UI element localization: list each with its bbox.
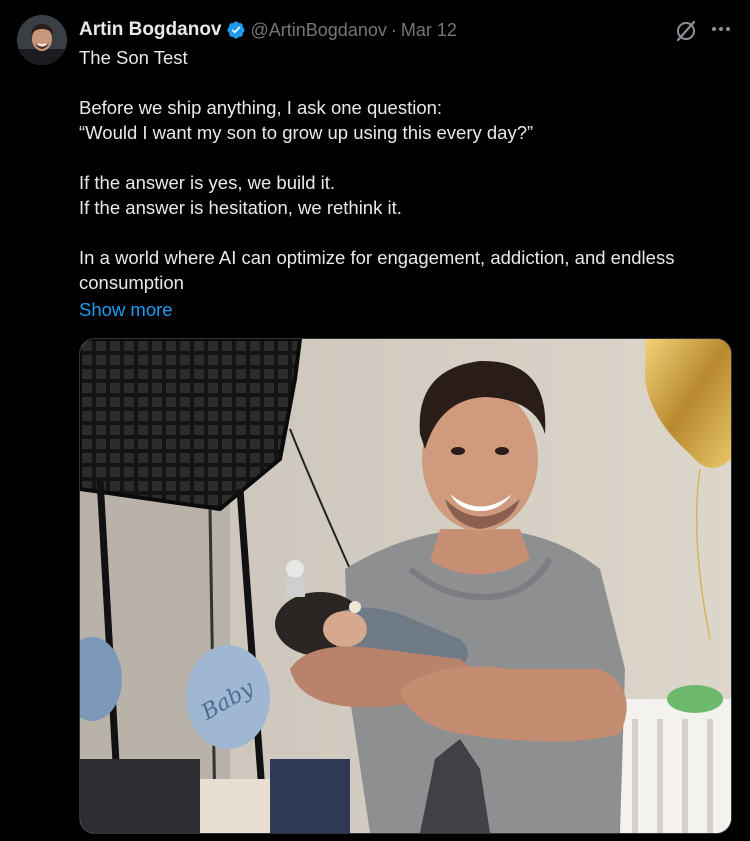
author-name[interactable]: Artin Bogdanov [79,19,222,41]
avatar[interactable] [17,15,67,65]
post-date[interactable]: Mar 12 [401,20,457,41]
post-line: “Would I want my son to grow up using th… [79,122,534,143]
post-line: The Son Test [79,47,188,68]
more-icon[interactable] [708,16,734,42]
verified-badge-icon [226,21,245,39]
grok-icon[interactable] [674,19,698,43]
post-line: consumption [79,272,184,293]
post-line: In a world where AI can optimize for eng… [79,247,675,268]
post-line: Before we ship anything, I ask one quest… [79,97,443,118]
separator-dot: · [390,19,397,40]
post-header: Artin Bogdanov @ArtinBogdanov · Mar 12 [79,17,457,43]
tweet[interactable]: Artin Bogdanov @ArtinBogdanov · Mar 12 T… [0,0,750,841]
post-line: If the answer is yes, we build it. [79,172,336,193]
post-photo[interactable]: Baby [79,338,732,834]
author-handle[interactable]: @ArtinBogdanov [251,20,387,41]
post-line: If the answer is hesitation, we rethink … [79,197,402,218]
post-text: The Son Test Before we ship anything, I … [79,45,729,295]
show-more-link[interactable]: Show more [79,297,173,322]
